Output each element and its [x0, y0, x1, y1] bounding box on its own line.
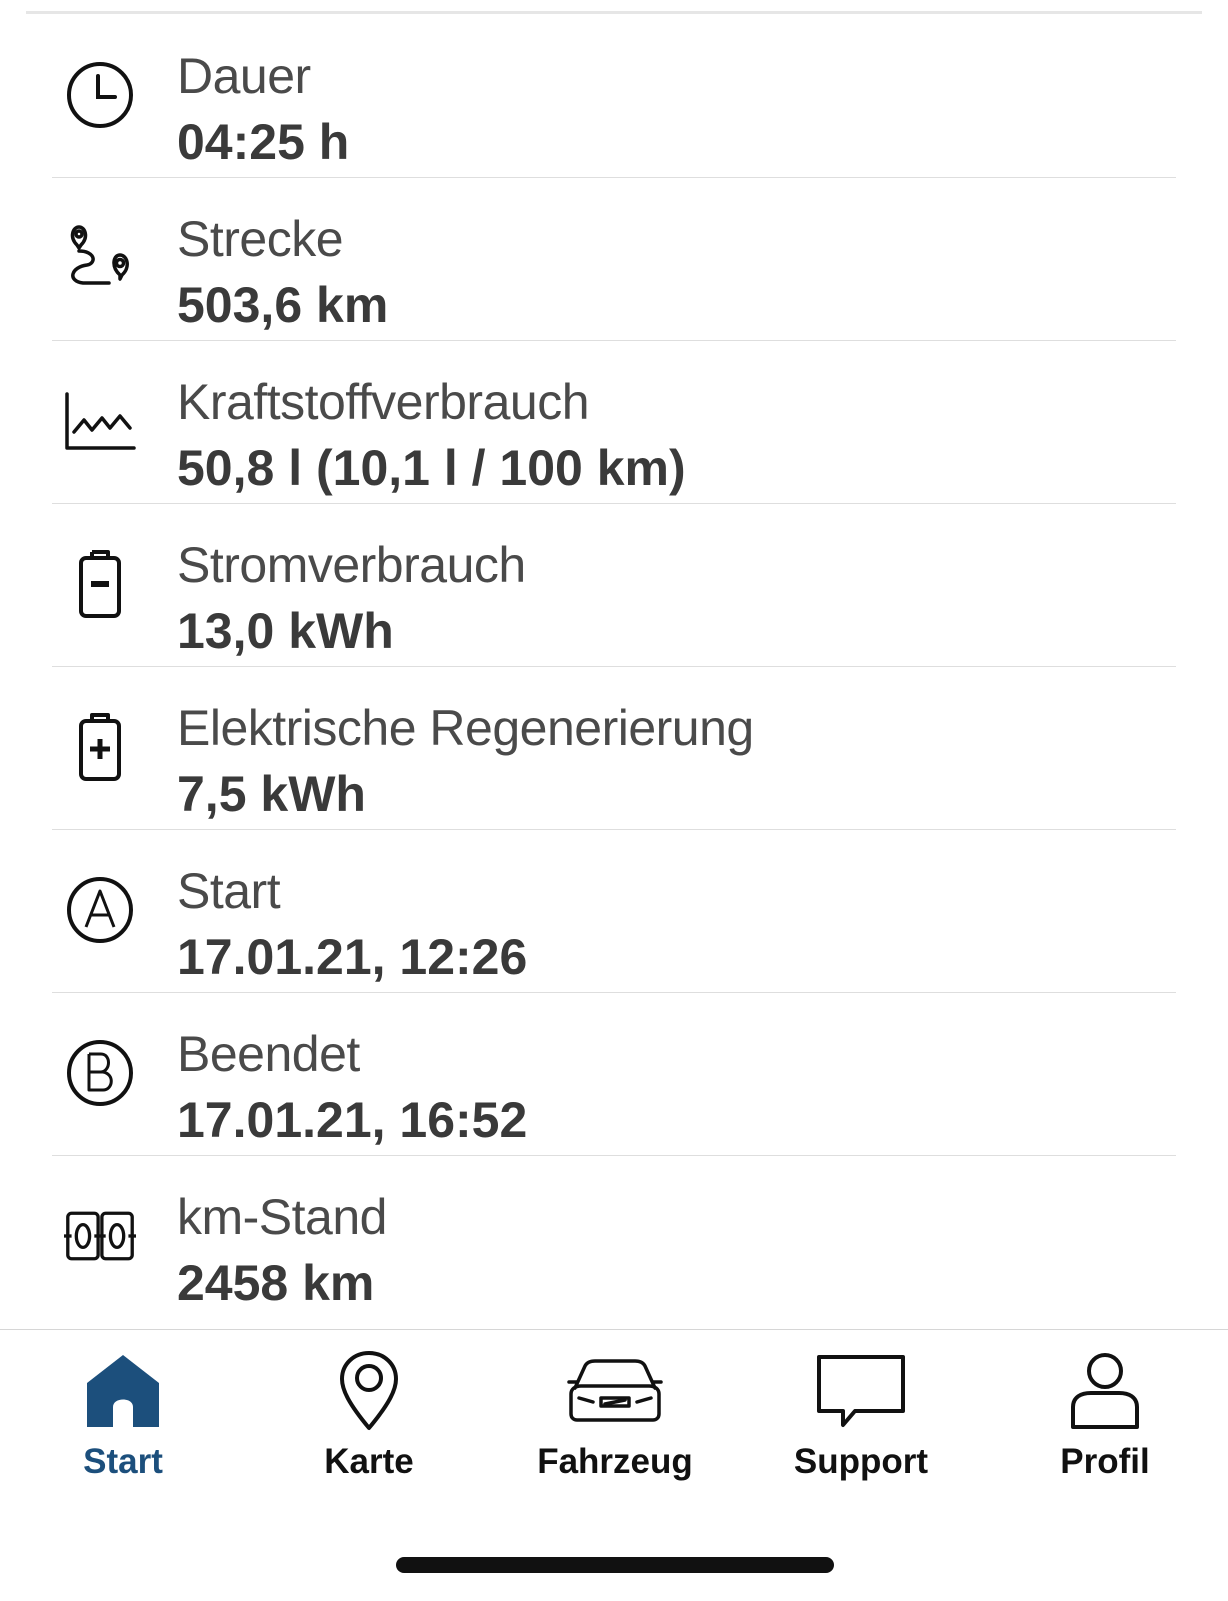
tab-label: Profil — [1060, 1442, 1150, 1481]
tab-support[interactable]: Support — [738, 1330, 984, 1500]
detail-label: Stromverbrauch — [177, 537, 526, 593]
consumption-chart-icon — [64, 385, 136, 457]
tab-label: Support — [793, 1442, 929, 1481]
detail-value: 17.01.21, 12:26 — [177, 929, 528, 985]
detail-value: 2458 km — [177, 1255, 375, 1311]
detail-label: Beendet — [177, 1026, 360, 1082]
home-icon — [73, 1346, 173, 1436]
detail-label: Strecke — [177, 211, 344, 267]
tab-label: Start — [83, 1442, 163, 1481]
trip-details-list: Dauer 04:25 h Strecke 503,6 km Kraftstof… — [0, 15, 1228, 1319]
detail-row-odometer: km-Stand 2458 km — [0, 1156, 1228, 1319]
tab-profile[interactable]: Profil — [982, 1330, 1228, 1500]
tab-vehicle[interactable]: Fahrzeug — [492, 1330, 738, 1500]
detail-value: 503,6 km — [177, 277, 389, 333]
battery-minus-icon — [64, 548, 136, 620]
tab-label: Fahrzeug — [537, 1442, 693, 1481]
start-point-a-icon — [64, 874, 136, 946]
chat-bubble-icon — [811, 1346, 911, 1436]
end-point-b-icon — [64, 1037, 136, 1109]
battery-plus-icon — [64, 711, 136, 783]
detail-row-distance: Strecke 503,6 km — [0, 178, 1228, 341]
detail-value: 7,5 kWh — [177, 766, 366, 822]
route-icon — [64, 222, 136, 294]
detail-row-regeneration: Elektrische Regenerierung 7,5 kWh — [0, 667, 1228, 830]
detail-value: 04:25 h — [177, 114, 350, 170]
top-divider — [26, 11, 1202, 14]
detail-label: km-Stand — [177, 1189, 387, 1245]
tab-map[interactable]: Karte — [246, 1330, 492, 1500]
detail-row-fuel: Kraftstoffverbrauch 50,8 l (10,1 l / 100… — [0, 341, 1228, 504]
tab-start[interactable]: Start — [0, 1330, 246, 1500]
detail-row-duration: Dauer 04:25 h — [0, 15, 1228, 178]
detail-value: 17.01.21, 16:52 — [177, 1092, 528, 1148]
clock-icon — [64, 59, 136, 131]
detail-row-start: Start 17.01.21, 12:26 — [0, 830, 1228, 993]
detail-value: 13,0 kWh — [177, 603, 394, 659]
detail-label: Dauer — [177, 48, 311, 104]
detail-value: 50,8 l (10,1 l / 100 km) — [177, 440, 686, 496]
detail-label: Elektrische Regenerierung — [177, 700, 754, 756]
odometer-icon — [64, 1200, 136, 1272]
user-icon — [1055, 1346, 1155, 1436]
car-icon — [565, 1346, 665, 1436]
detail-label: Kraftstoffverbrauch — [177, 374, 590, 430]
detail-row-end: Beendet 17.01.21, 16:52 — [0, 993, 1228, 1156]
detail-label: Start — [177, 863, 281, 919]
map-pin-icon — [319, 1346, 419, 1436]
home-indicator[interactable] — [396, 1557, 834, 1573]
detail-row-power: Stromverbrauch 13,0 kWh — [0, 504, 1228, 667]
tab-label: Karte — [324, 1442, 414, 1481]
